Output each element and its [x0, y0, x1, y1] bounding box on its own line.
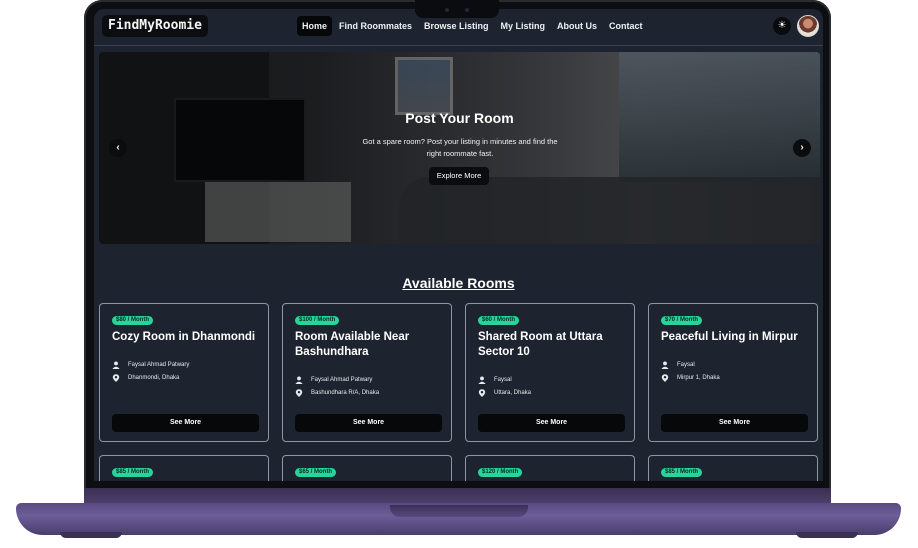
- location-pin-icon: [478, 389, 486, 397]
- owner-name: Faysal Ahmad Patwary: [311, 377, 373, 383]
- camera-icon: [445, 8, 449, 12]
- nav-link-find-roommates[interactable]: Find Roommates: [334, 16, 417, 36]
- room-title: Shared Room at Uttara Sector 10: [478, 331, 603, 358]
- nav-link-about-us[interactable]: About Us: [552, 16, 602, 36]
- see-more-button[interactable]: See More: [661, 414, 808, 432]
- room-card: $70 / Month Peaceful Living in Mirpur Fa…: [648, 303, 818, 442]
- carousel-prev-button[interactable]: ‹: [109, 139, 127, 157]
- nav-link-browse-listing[interactable]: Browse Listing: [419, 16, 494, 36]
- chevron-left-icon: ‹: [116, 142, 120, 153]
- user-icon: [478, 376, 486, 384]
- room-title: Peaceful Living in Mirpur: [661, 331, 798, 343]
- see-more-button[interactable]: See More: [478, 414, 625, 432]
- explore-more-button[interactable]: Explore More: [429, 167, 489, 185]
- nav-link-my-listing[interactable]: My Listing: [496, 16, 551, 36]
- location-row: Bashundhara R/A, Dhaka: [295, 389, 379, 397]
- room-card: $100 / Month Room Available Near Bashund…: [282, 303, 452, 442]
- see-more-button[interactable]: See More: [112, 414, 259, 432]
- theme-toggle-button[interactable]: ☀: [773, 17, 791, 35]
- laptop-base: [16, 503, 901, 535]
- owner-row: Faysal Ahmad Patwary: [295, 376, 372, 384]
- location-text: Dhanmondi, Dhaka: [128, 375, 180, 381]
- price-badge: $65 / Month: [295, 468, 337, 477]
- hero-carousel: Post Your Room Got a spare room? Post yo…: [99, 52, 820, 244]
- location-text: Uttara, Dhaka: [494, 390, 532, 396]
- camera-notch: [415, 0, 499, 18]
- location-pin-icon: [661, 374, 669, 382]
- room-card: $85 / Month: [648, 455, 818, 481]
- location-text: Mirpur 1, Dhaka: [677, 375, 720, 381]
- laptop-foot-right: [796, 532, 858, 538]
- price-badge: $60 / Month: [478, 316, 520, 325]
- user-icon: [112, 361, 120, 369]
- location-pin-icon: [112, 374, 120, 382]
- price-badge: $85 / Month: [112, 468, 154, 477]
- location-row: Mirpur 1, Dhaka: [661, 374, 720, 382]
- price-badge: $85 / Month: [661, 468, 703, 477]
- user-avatar[interactable]: [797, 15, 819, 37]
- owner-name: Faysal: [677, 362, 695, 368]
- room-card: $60 / Month Shared Room at Uttara Sector…: [465, 303, 635, 442]
- nav-link-home[interactable]: Home: [297, 16, 333, 36]
- sun-icon: ☀: [777, 20, 787, 31]
- location-row: Uttara, Dhaka: [478, 389, 531, 397]
- laptop-hinge: [84, 488, 831, 504]
- price-badge: $120 / Month: [478, 468, 523, 477]
- trackpad-groove: [390, 505, 528, 517]
- room-card: $120 / Month: [465, 455, 635, 481]
- owner-row: Faysal Ahmad Patwary: [112, 361, 189, 369]
- hero-title: Post Your Room: [405, 110, 514, 126]
- location-text: Bashundhara R/A, Dhaka: [311, 390, 380, 396]
- sensor-icon: [465, 8, 469, 12]
- carousel-next-button[interactable]: ›: [793, 139, 811, 157]
- price-badge: $80 / Month: [112, 316, 154, 325]
- room-title: Cozy Room in Dhanmondi: [112, 331, 256, 343]
- user-icon: [661, 361, 669, 369]
- screen: FindMyRoomie Home Find Roommates Browse …: [94, 9, 823, 481]
- see-more-button[interactable]: See More: [295, 414, 442, 432]
- owner-name: Faysal Ahmad Patwary: [128, 362, 190, 368]
- site-logo[interactable]: FindMyRoomie: [102, 15, 208, 37]
- hero-description: Got a spare room? Post your listing in m…: [362, 137, 558, 158]
- location-pin-icon: [295, 389, 303, 397]
- chevron-right-icon: ›: [800, 142, 804, 153]
- owner-row: Faysal: [661, 361, 695, 369]
- nav-links: Home Find Roommates Browse Listing My Li…: [297, 16, 648, 36]
- user-icon: [295, 376, 303, 384]
- price-badge: $100 / Month: [295, 316, 340, 325]
- laptop-foot-left: [60, 532, 122, 538]
- price-badge: $70 / Month: [661, 316, 703, 325]
- owner-name: Faysal: [494, 377, 512, 383]
- location-row: Dhanmondi, Dhaka: [112, 374, 179, 382]
- room-title: Room Available Near Bashundhara: [295, 331, 410, 358]
- section-title: Available Rooms: [402, 275, 515, 291]
- room-card: $65 / Month: [282, 455, 452, 481]
- room-card: $85 / Month: [99, 455, 269, 481]
- room-card: $80 / Month Cozy Room in Dhanmondi Faysa…: [99, 303, 269, 442]
- owner-row: Faysal: [478, 376, 512, 384]
- nav-link-contact[interactable]: Contact: [604, 16, 648, 36]
